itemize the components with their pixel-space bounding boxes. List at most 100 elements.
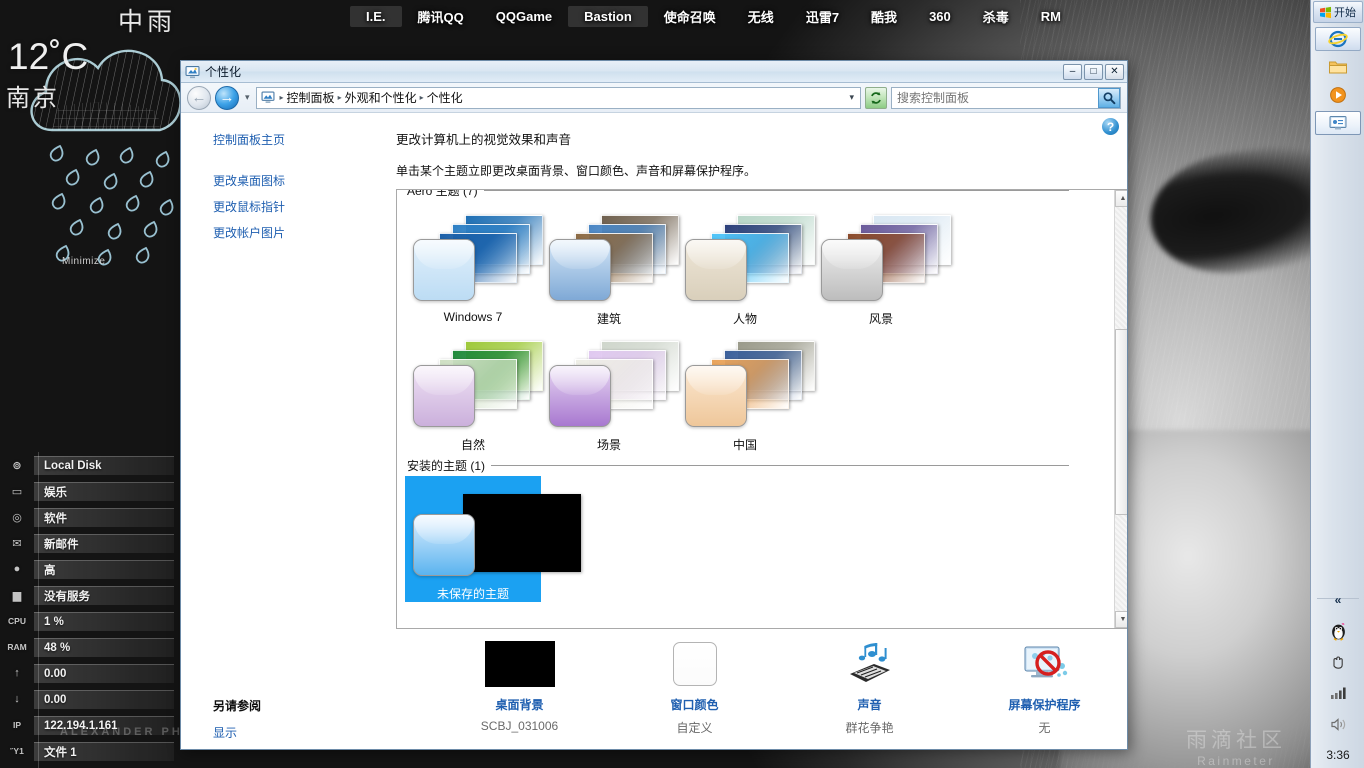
theme-tile[interactable]: 人物 [677,201,815,327]
scrollbar-track[interactable] [1114,207,1127,611]
content-subline: 单击某个主题立即更改桌面背景、窗口颜色、声音和屏幕保护程序。 [396,164,757,178]
qq-penguin-icon[interactable] [1325,620,1351,642]
theme-tile[interactable]: Windows 7 [405,201,543,327]
breadcrumb-dropdown-icon[interactable]: ▾ [849,92,856,103]
start-button[interactable]: 开始 [1312,1,1363,23]
theme-list[interactable]: Aero 主题 (7) Windows 7 建筑 人物 风景 自然 场景 中国 安装的主题 (1… [396,189,1127,629]
property-label[interactable]: 窗口颜色 [670,696,718,713]
scrollbar-thumb[interactable] [1114,329,1127,515]
theme-thumbnail [821,211,951,303]
rainmeter-row-7[interactable]: RAM 48 % [0,634,180,660]
theme-tile[interactable]: 风景 [813,201,951,327]
breadcrumb-sep-0[interactable]: ▸ [280,93,284,102]
rainmeter-row-1[interactable]: ▭ 娱乐 [0,478,180,504]
network-signal-icon[interactable] [1325,682,1351,704]
input-method-icon[interactable] [1325,651,1351,673]
theme-glass-preview [821,239,883,301]
theme-property-0[interactable]: 桌面背景 SCBJ_031006 [432,639,607,733]
help-button[interactable]: ? [1102,118,1119,135]
rainmeter-row-0[interactable]: ⊚ Local Disk [0,452,180,478]
search-button[interactable] [1098,87,1120,108]
breadcrumb-item-2[interactable]: 个性化 [427,89,463,106]
volume-icon[interactable] [1325,713,1351,735]
desktop: 中雨 12˚C 南京 Minimize ⊚ Local Disk ▭ 娱乐 ◎ 软件 ✉ 新邮… [0,0,1364,768]
rainmeter-row-8[interactable]: ↑ 0.00 [0,660,180,686]
minimize-button[interactable]: – [1063,63,1082,80]
rainmeter-row-4[interactable]: ● 高 [0,556,180,582]
left-pane-link-2[interactable]: 更改帐户图片 [213,224,396,241]
dock-item-5[interactable]: 无线 [732,4,790,29]
property-label[interactable]: 声音 [857,696,881,713]
dock-item-9[interactable]: 杀毒 [967,4,1025,29]
rainmeter-value-3: 新邮件 [34,533,174,553]
rainmeter-value-6: 1 % [34,611,174,631]
disc-icon: ◎ [12,511,22,524]
theme-label: 风景 [868,312,893,326]
rainmeter-row-11[interactable]: Ὕ1 文件 1 [0,738,180,764]
property-label[interactable]: 桌面背景 [495,696,543,713]
theme-tile[interactable]: 未保存的主题 [405,476,581,602]
tray-expander-icon[interactable]: « [1325,589,1351,611]
theme-properties-row: 桌面背景 SCBJ_031006 窗口颜色 自定义 声音 群花争艳 屏幕保护程序无 [396,629,1127,749]
rainmeter-row-6[interactable]: CPU 1 % [0,608,180,634]
dock-item-4[interactable]: 使命召唤 [648,4,732,29]
taskbar-button-internet-explorer[interactable] [1314,27,1361,51]
theme-property-2[interactable]: 声音 群花争艳 [782,639,957,736]
rainmeter-row-10[interactable]: IP 122.194.1.161 [0,712,180,738]
weather-minimize-label[interactable]: Minimize [62,256,105,267]
maximize-button[interactable]: □ [1084,63,1103,80]
dock-item-6[interactable]: 迅雷7 [790,4,855,29]
rainmeter-row-3[interactable]: ✉ 新邮件 [0,530,180,556]
theme-property-3[interactable]: 屏幕保护程序无 [957,639,1127,736]
refresh-button[interactable] [865,86,887,109]
weather-temperature: 12˚C [8,36,89,77]
theme-list-scrollbar[interactable]: ▲ ▼ [1114,190,1127,628]
dock-item-10[interactable]: RM [1025,6,1077,27]
breadcrumb[interactable]: ▸ 控制面板 ▸ 外观和个性化 ▸ 个性化 ▾ [255,86,861,109]
top-app-dock[interactable]: I.E. 腾讯QQ QQGame Bastion 使命召唤 无线 迅雷7 酷我 360 杀毒 RM [0,0,1310,32]
theme-label: 自然 [460,438,485,452]
theme-grid-1: 未保存的主题 [405,476,1069,602]
see-also-link-0[interactable]: 显示 [213,724,433,741]
dock-item-7[interactable]: 酷我 [855,4,913,29]
rainmeter-row-5[interactable]: ▆ 没有服务 [0,582,180,608]
theme-tile[interactable]: 中国 [677,327,815,453]
rainmeter-value-7: 48 % [34,637,174,657]
taskbar-button-personalization-window[interactable] [1314,111,1361,135]
close-button[interactable]: ✕ [1105,63,1124,80]
breadcrumb-item-0[interactable]: 控制面板 [287,89,335,106]
window-titlebar[interactable]: 个性化 – □ ✕ [181,61,1127,83]
dock-item-0[interactable]: I.E. [350,5,402,27]
scroll-down-button[interactable]: ▼ [1114,611,1127,628]
search-box[interactable] [891,86,1121,109]
left-pane: 控制面板主页 更改桌面图标更改鼠标指针更改帐户图片 另请参阅 显示任务栏和「开始… [181,113,396,749]
dock-item-2[interactable]: QQGame [480,6,568,27]
theme-tile[interactable]: 场景 [541,327,679,453]
breadcrumb-item-1[interactable]: 外观和个性化 [345,89,417,106]
rainmeter-row-2[interactable]: ◎ 软件 [0,504,180,530]
dock-item-1[interactable]: 腾讯QQ [402,4,480,29]
search-input[interactable] [897,90,1098,105]
breadcrumb-sep-1[interactable]: ▸ [338,93,342,102]
taskbar-button-media-player[interactable] [1315,83,1361,107]
taskbar-button-windows-explorer[interactable] [1315,55,1361,79]
breadcrumb-sep-2[interactable]: ▸ [420,93,424,102]
theme-tile[interactable]: 建筑 [541,201,679,327]
left-pane-link-0[interactable]: 更改桌面图标 [213,172,396,189]
back-button[interactable]: ← [187,85,211,110]
forward-button[interactable]: → [215,85,239,110]
dock-item-8[interactable]: 360 [913,6,967,27]
trash-icon: Ὕ1 [10,746,24,756]
link-control-panel-home[interactable]: 控制面板主页 [213,131,396,148]
theme-group-header-0: Aero 主题 (7) [407,190,1069,199]
scroll-up-button[interactable]: ▲ [1114,190,1127,207]
theme-tile[interactable]: 自然 [405,327,543,453]
history-dropdown-icon[interactable]: ▾ [243,92,252,103]
property-label[interactable]: 屏幕保护程序 [1008,696,1080,713]
left-pane-link-1[interactable]: 更改鼠标指针 [213,198,396,215]
tray-clock[interactable]: 3:36 [1326,748,1349,762]
theme-property-1[interactable]: 窗口颜色 自定义 [607,639,782,736]
rainmeter-row-9[interactable]: ↓ 0.00 [0,686,180,712]
dock-item-3[interactable]: Bastion [568,5,648,27]
qq-penguin-glyph [1331,622,1345,641]
